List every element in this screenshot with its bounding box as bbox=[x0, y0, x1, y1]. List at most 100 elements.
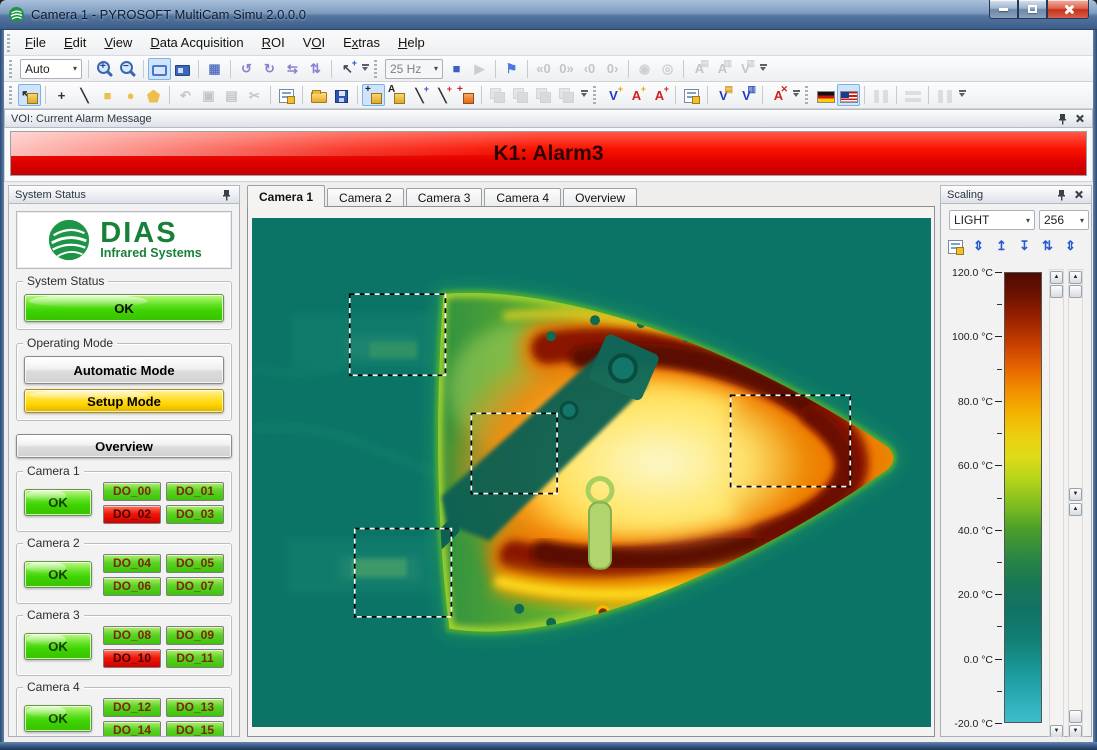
save-roi-button[interactable] bbox=[330, 84, 353, 106]
tab-camera-1[interactable]: Camera 1 bbox=[247, 185, 325, 207]
menu-file[interactable]: File bbox=[16, 31, 55, 54]
roi-properties-button[interactable] bbox=[275, 84, 298, 106]
menu-data-acquisition[interactable]: Data Acquisition bbox=[141, 31, 252, 54]
new-alarm-roi-button[interactable]: + bbox=[454, 84, 477, 106]
fit-image-button[interactable] bbox=[148, 58, 171, 80]
menu-roi[interactable]: ROI bbox=[253, 31, 294, 54]
min-mid-down-button[interactable]: ▼ bbox=[1069, 488, 1082, 501]
toolbar-overflow-icon[interactable] bbox=[956, 85, 968, 105]
voi-close-icon[interactable] bbox=[1072, 112, 1086, 126]
restore-button[interactable] bbox=[1018, 0, 1047, 19]
zoom-level-combo[interactable]: Auto▾ bbox=[20, 59, 82, 79]
zoom-in-button[interactable]: + bbox=[93, 58, 116, 80]
toolbar-overflow-icon[interactable] bbox=[790, 85, 802, 105]
system-status-ok-button[interactable]: OK bbox=[24, 294, 224, 322]
ellipse-tool-button[interactable]: ● bbox=[119, 84, 142, 106]
flip-vertical-button[interactable]: ⇅ bbox=[304, 58, 327, 80]
tab-camera-3[interactable]: Camera 3 bbox=[406, 188, 483, 207]
step-forward-button[interactable]: 0› bbox=[601, 58, 624, 80]
layout-rows-button[interactable] bbox=[901, 84, 924, 106]
bring-forward-button[interactable] bbox=[509, 84, 532, 106]
camera-status-button[interactable]: OK bbox=[24, 633, 92, 660]
add-line-alarm-button[interactable]: ╲+ bbox=[431, 84, 454, 106]
toolbar-overflow-icon[interactable] bbox=[359, 59, 371, 79]
minimize-button[interactable] bbox=[989, 0, 1018, 19]
setup-mode-button[interactable]: Setup Mode bbox=[24, 389, 224, 413]
bring-to-front-button[interactable] bbox=[486, 84, 509, 106]
play-button[interactable]: ▶ bbox=[468, 58, 491, 80]
save-image-button[interactable]: A▤ bbox=[688, 58, 711, 80]
overview-button[interactable]: Overview bbox=[16, 434, 232, 458]
stop-button[interactable]: ■ bbox=[445, 58, 468, 80]
tab-camera-4[interactable]: Camera 4 bbox=[484, 188, 561, 207]
grid-button[interactable]: ▦ bbox=[203, 58, 226, 80]
close-button[interactable] bbox=[1047, 0, 1089, 19]
scaling-properties-button[interactable] bbox=[945, 236, 966, 256]
palette-combo[interactable]: LIGHT ▾ bbox=[949, 210, 1035, 230]
cut-button[interactable]: ✂ bbox=[243, 84, 266, 106]
max-spin-blank[interactable] bbox=[1050, 285, 1063, 298]
flag-marker-button[interactable]: ⚑ bbox=[500, 58, 523, 80]
paste-button[interactable]: ▤ bbox=[220, 84, 243, 106]
min-spin-blank-2[interactable] bbox=[1069, 710, 1082, 723]
step-back-button[interactable]: ‹0 bbox=[578, 58, 601, 80]
select-tool-button[interactable]: ↖ bbox=[18, 84, 41, 106]
scaling-pin-icon[interactable] bbox=[1054, 188, 1068, 202]
thermal-image[interactable] bbox=[252, 218, 931, 727]
full-screen-button[interactable] bbox=[171, 58, 194, 80]
add-voi-button[interactable]: V+ bbox=[602, 84, 625, 106]
layout-columns-button[interactable] bbox=[869, 84, 892, 106]
rotate-right-button[interactable]: ↻ bbox=[258, 58, 281, 80]
automatic-mode-button[interactable]: Automatic Mode bbox=[24, 356, 224, 384]
flip-horizontal-button[interactable]: ⇆ bbox=[281, 58, 304, 80]
language-english-button[interactable] bbox=[837, 84, 860, 106]
delete-alarm-button[interactable]: A✕ bbox=[767, 84, 790, 106]
new-roi-button[interactable]: + bbox=[362, 84, 385, 106]
max-increase-button[interactable]: ▲ bbox=[1050, 271, 1063, 284]
scale-compress-button[interactable]: ⇅ bbox=[1037, 236, 1058, 256]
undo-button[interactable]: ↶ bbox=[174, 84, 197, 106]
record-save-button[interactable]: ◉ bbox=[633, 58, 656, 80]
rectangle-tool-button[interactable]: ■ bbox=[96, 84, 119, 106]
open-roi-button[interactable] bbox=[307, 84, 330, 106]
send-backward-button[interactable] bbox=[532, 84, 555, 106]
rotate-left-button[interactable]: ↺ bbox=[235, 58, 258, 80]
record-stop-button[interactable]: ◎ bbox=[656, 58, 679, 80]
save-voi-button[interactable]: V▥ bbox=[735, 84, 758, 106]
polygon-tool-button[interactable] bbox=[142, 84, 165, 106]
min-mid-up-button[interactable]: ▲ bbox=[1069, 503, 1082, 516]
line-tool-button[interactable]: ╲ bbox=[73, 84, 96, 106]
send-to-back-button[interactable] bbox=[555, 84, 578, 106]
language-german-button[interactable] bbox=[814, 84, 837, 106]
new-roi-label-button[interactable]: A bbox=[385, 84, 408, 106]
camera-status-button[interactable]: OK bbox=[24, 561, 92, 588]
zoom-out-button[interactable]: − bbox=[116, 58, 139, 80]
add-alarm-red-button[interactable]: A+ bbox=[648, 84, 671, 106]
add-alarm-button[interactable]: A+ bbox=[625, 84, 648, 106]
camera-status-button[interactable]: OK bbox=[24, 705, 92, 732]
copy-button[interactable]: ▣ bbox=[197, 84, 220, 106]
scale-expand-button[interactable]: ⇕ bbox=[968, 236, 989, 256]
scale-auto-button[interactable]: ⇕ bbox=[1060, 236, 1081, 256]
menu-voi[interactable]: VOI bbox=[294, 31, 334, 54]
menu-extras[interactable]: Extras bbox=[334, 31, 389, 54]
voi-properties-button[interactable] bbox=[680, 84, 703, 106]
export-image-button[interactable]: A▥ bbox=[711, 58, 734, 80]
toolbar-overflow-icon[interactable] bbox=[578, 85, 590, 105]
point-tool-button[interactable]: + bbox=[50, 84, 73, 106]
menu-help[interactable]: Help bbox=[389, 31, 434, 54]
export-video-button[interactable]: V▥ bbox=[734, 58, 757, 80]
goto-last-frame-button[interactable]: 0» bbox=[555, 58, 578, 80]
add-line-roi-button[interactable]: ╲+ bbox=[408, 84, 431, 106]
tab-camera-2[interactable]: Camera 2 bbox=[327, 188, 404, 207]
voi-pin-icon[interactable] bbox=[1055, 112, 1069, 126]
camera-status-button[interactable]: OK bbox=[24, 489, 92, 516]
min-top-up-button[interactable]: ▲ bbox=[1069, 271, 1082, 284]
open-voi-button[interactable]: V▤ bbox=[712, 84, 735, 106]
system-pin-icon[interactable] bbox=[219, 188, 233, 202]
menu-view[interactable]: View bbox=[95, 31, 141, 54]
toolbar-overflow-icon[interactable] bbox=[757, 59, 769, 79]
goto-first-frame-button[interactable]: «0 bbox=[532, 58, 555, 80]
tab-overview[interactable]: Overview bbox=[563, 188, 637, 207]
frame-rate-combo[interactable]: 25 Hz▾ bbox=[385, 59, 443, 79]
